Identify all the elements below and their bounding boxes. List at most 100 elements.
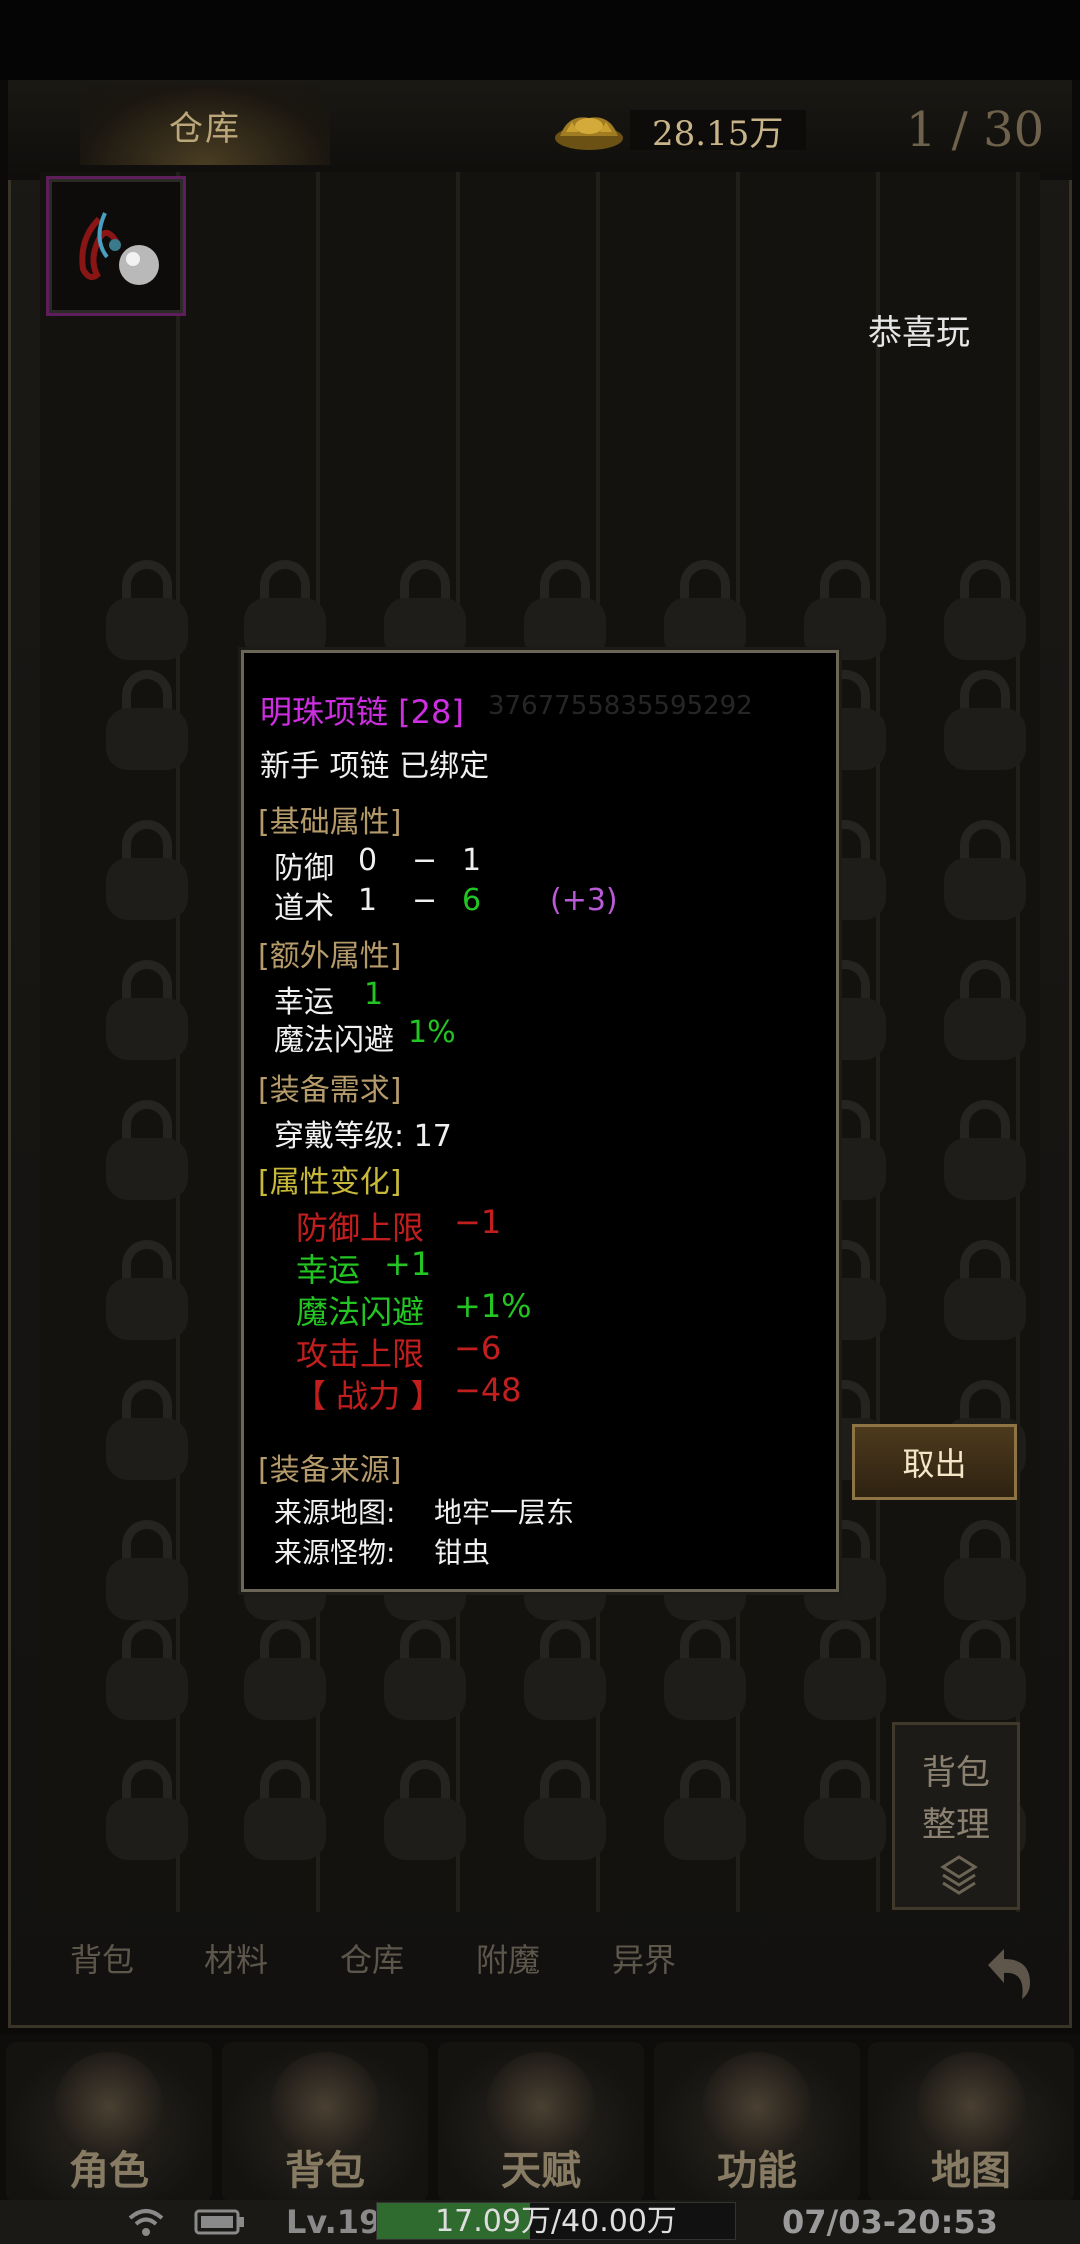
lock-icon: [940, 960, 1030, 1060]
change-value: −6: [454, 1329, 502, 1367]
attr-sep: −: [412, 843, 438, 878]
wifi-icon: [126, 2206, 166, 2242]
lock-icon: [520, 560, 610, 660]
source-monster: 钳虫: [434, 1536, 491, 1569]
nav-function[interactable]: 功能: [654, 2042, 860, 2202]
tab-otherworld[interactable]: 异界: [612, 1935, 676, 1981]
tab-materials[interactable]: 材料: [204, 1935, 268, 1981]
necklace-item-icon: [79, 212, 159, 285]
lock-icon: [800, 1620, 890, 1720]
attr-max: 6: [462, 883, 482, 918]
lock-icon: [102, 1240, 192, 1340]
organize-label-1: 背包: [922, 1753, 990, 1793]
attr-min: 1: [358, 883, 378, 918]
lock-icon: [240, 1760, 330, 1860]
organize-label-2: 整理: [922, 1805, 990, 1845]
lock-icon: [240, 1620, 330, 1720]
nav-map[interactable]: 地图: [868, 2042, 1074, 2202]
extra-attr-value: 1: [364, 977, 384, 1012]
lock-icon: [520, 1760, 610, 1860]
item-name: 明珠项链 [28]: [260, 693, 464, 731]
nav-character[interactable]: 角色: [6, 2042, 212, 2202]
nav-label: 天赋: [501, 2147, 581, 2194]
layers-icon: [940, 1855, 978, 1895]
change-name: 幸运: [296, 1251, 361, 1289]
back-arrow-icon[interactable]: [970, 1935, 1040, 2005]
nav-bag[interactable]: 背包: [222, 2042, 428, 2202]
section-requirement: [装备需求]: [258, 1073, 402, 1108]
lock-icon: [940, 820, 1030, 920]
tab-warehouse[interactable]: 仓库: [80, 85, 330, 165]
attr-max: 1: [462, 843, 482, 878]
datetime: 07/03-20:53: [782, 2203, 998, 2241]
lock-icon: [940, 1100, 1030, 1200]
nav-label: 地图: [931, 2147, 1011, 2194]
item-tooltip: 明珠项链 [28] 3767755835595292 新手 项链 已绑定 [基础…: [241, 650, 839, 1592]
lock-icon: [240, 560, 330, 660]
lock-icon: [380, 1760, 470, 1860]
lock-icon: [380, 1620, 470, 1720]
congrats-notice: 恭喜玩: [868, 313, 970, 353]
lock-icon: [660, 1760, 750, 1860]
nav-label: 角色: [69, 2147, 149, 2194]
lock-icon: [940, 670, 1030, 770]
change-value: −1: [454, 1203, 502, 1241]
lock-icon: [380, 560, 470, 660]
attr-sep: −: [412, 883, 438, 918]
section-extra: [额外属性]: [258, 939, 402, 974]
attr-name: 防御: [274, 851, 334, 886]
section-change: [属性变化]: [258, 1165, 402, 1200]
lock-icon: [102, 1100, 192, 1200]
gold-amount: 28.15万: [630, 110, 806, 154]
lock-icon: [102, 820, 192, 920]
nav-label: 功能: [717, 2147, 797, 2194]
change-name: 攻击上限: [296, 1335, 425, 1373]
lock-icon: [940, 1520, 1030, 1620]
bag-tabs: 背包 材料 仓库 附魔 异界: [40, 1935, 940, 1995]
nav-talent[interactable]: 天赋: [438, 2042, 644, 2202]
lock-icon: [800, 1760, 890, 1860]
xp-text: 17.09万/40.00万: [435, 2204, 677, 2239]
source-monster-label: 来源怪物:: [274, 1536, 396, 1569]
lock-icon: [520, 1620, 610, 1720]
source-map: 地牢一层东: [434, 1496, 575, 1529]
lock-icon: [940, 1240, 1030, 1340]
lock-icon: [102, 560, 192, 660]
change-value: +1%: [454, 1287, 532, 1325]
extra-attr-value: 1%: [408, 1015, 456, 1050]
change-value: +1: [384, 1245, 432, 1283]
lock-icon: [102, 1620, 192, 1720]
lock-icon: [102, 1380, 192, 1480]
lock-icon: [660, 1620, 750, 1720]
lock-icon: [940, 560, 1030, 660]
change-name: 魔法闪避: [296, 1293, 425, 1331]
organize-bag-button[interactable]: 背包 整理: [892, 1722, 1020, 1910]
page-indicator: 1 / 30: [905, 102, 1045, 158]
lock-icon: [102, 1520, 192, 1620]
tab-warehouse-bottom[interactable]: 仓库: [340, 1935, 404, 1981]
attr-bonus: (+3): [550, 883, 618, 918]
lock-icon: [102, 1760, 192, 1860]
change-value: −48: [454, 1371, 522, 1409]
lock-icon: [102, 960, 192, 1060]
item-tags: 新手 项链 已绑定: [260, 749, 490, 784]
nav-label: 背包: [285, 2147, 365, 2194]
item-slot-necklace[interactable]: [46, 176, 186, 316]
extra-attr-name: 魔法闪避: [274, 1023, 394, 1058]
tab-enchant[interactable]: 附魔: [476, 1935, 540, 1981]
top-bar: [0, 0, 1080, 80]
main-nav: 角色 背包 天赋 功能 地图: [0, 2034, 1080, 2204]
battery-icon: [194, 2208, 246, 2240]
gold-ingot-icon: [550, 108, 628, 154]
source-map-label: 来源地图:: [274, 1496, 396, 1529]
take-out-button[interactable]: 取出: [852, 1424, 1017, 1500]
requirement-level: 穿戴等级: 17: [274, 1119, 452, 1154]
attr-min: 0: [358, 843, 378, 878]
tab-bag[interactable]: 背包: [70, 1935, 134, 1981]
lock-icon: [800, 560, 890, 660]
lock-icon: [102, 670, 192, 770]
player-level: Lv.19: [286, 2203, 382, 2241]
lock-icon: [940, 1620, 1030, 1720]
section-base: [基础属性]: [258, 805, 402, 840]
section-source: [装备来源]: [258, 1453, 402, 1488]
